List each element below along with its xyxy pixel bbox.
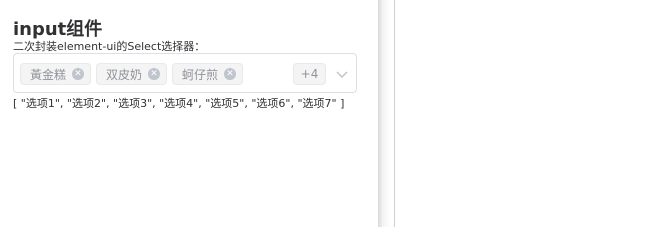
- empty-pane: [395, 0, 653, 227]
- selected-values-output: [ "选项1", "选项2", "选项3", "选项4", "选项5", "选项…: [13, 97, 345, 110]
- tag-label: 双皮奶: [106, 67, 143, 82]
- selected-tag: 黃金糕 ✕: [20, 63, 92, 85]
- chevron-down-icon[interactable]: [335, 67, 349, 81]
- collapsed-count-tag: +4: [293, 63, 326, 85]
- selected-tag: 蚵仔煎 ✕: [172, 63, 244, 85]
- tag-label: 蚵仔煎: [182, 67, 219, 82]
- selected-tag: 双皮奶 ✕: [96, 63, 168, 85]
- close-circle-icon[interactable]: ✕: [148, 68, 161, 80]
- close-circle-icon[interactable]: ✕: [72, 68, 85, 80]
- preview-pane: input组件 二次封装element-ui的Select选择器： 黃金糕 ✕ …: [0, 0, 380, 227]
- pane-resize-shadow: [378, 0, 390, 227]
- close-circle-icon[interactable]: ✕: [224, 68, 237, 80]
- multi-select-input[interactable]: 黃金糕 ✕ 双皮奶 ✕ 蚵仔煎 ✕ +4: [13, 53, 357, 93]
- select-description: 二次封装element-ui的Select选择器：: [13, 40, 206, 53]
- tag-label: 黃金糕: [30, 67, 67, 82]
